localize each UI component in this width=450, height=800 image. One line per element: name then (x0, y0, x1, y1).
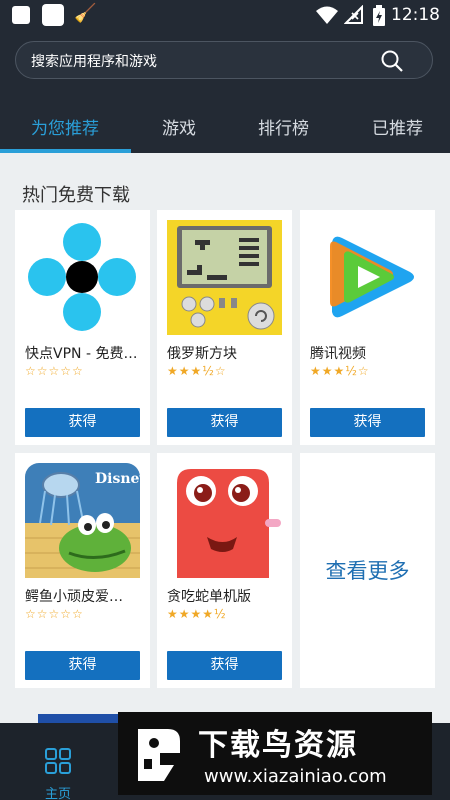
section-title: 热门免费下载 (22, 185, 130, 206)
vpn-app-icon[interactable] (25, 220, 140, 335)
search-icon[interactable] (380, 49, 404, 73)
nav-home-label: 主页 (44, 787, 71, 800)
tab-bar: 为您推荐 游戏 排行榜 已推荐 (0, 100, 450, 153)
app-card[interactable]: 贪吃蛇单机版 ★★★★½ 获得 (157, 453, 292, 688)
app-card[interactable]: 腾讯视频 ★★★½☆ 获得 (300, 210, 435, 445)
app-header: 搜索应用程序和游戏 为您推荐 游戏 排行榜 已推荐 (0, 30, 450, 153)
notification-icon (12, 6, 30, 24)
crocodile-game-app-icon[interactable]: Disney (25, 463, 140, 578)
app-name: 贪吃蛇单机版 (167, 589, 251, 605)
tab-games[interactable]: 游戏 (162, 114, 196, 139)
search-placeholder: 搜索应用程序和游戏 (31, 54, 157, 70)
clock: 12:18 (391, 5, 440, 25)
cleaner-icon: 🧹 (74, 3, 97, 24)
tab-recommended[interactable]: 为您推荐 (31, 114, 99, 139)
tab-already-recommended[interactable]: 已推荐 (372, 114, 423, 139)
rating-stars: ☆☆☆☆☆ (25, 364, 84, 378)
watermark-title: 下载鸟资源 (198, 728, 358, 763)
get-button[interactable]: 获得 (25, 408, 140, 437)
app-notification-icon (42, 4, 64, 26)
app-card[interactable]: 快点VPN - 免费… ☆☆☆☆☆ 获得 (15, 210, 150, 445)
app-name: 快点VPN - 免费… (25, 346, 138, 362)
signal-icon (344, 5, 363, 24)
rating-stars: ★★★½☆ (310, 364, 370, 378)
see-more-label[interactable]: 查看更多 (300, 555, 435, 585)
see-more-card[interactable]: 查看更多 (300, 453, 435, 688)
svg-text:Disney: Disney (95, 471, 140, 487)
watermark-url: www.xiazainiao.com (204, 766, 387, 787)
get-button[interactable]: 获得 (310, 408, 425, 437)
wifi-icon (316, 6, 338, 24)
tencent-video-app-icon[interactable] (310, 220, 425, 335)
tab-rankings[interactable]: 排行榜 (258, 114, 309, 139)
app-name: 鳄鱼小顽皮爱… (25, 589, 123, 605)
snake-game-app-icon[interactable] (167, 463, 282, 578)
watermark: 下载鸟资源 www.xiazainiao.com (118, 712, 432, 795)
rating-stars: ☆☆☆☆☆ (25, 607, 84, 621)
app-card[interactable]: 俄罗斯方块 ★★★½☆ 获得 (157, 210, 292, 445)
battery-icon (373, 5, 385, 26)
app-name: 腾讯视频 (310, 346, 366, 362)
get-button[interactable]: 获得 (167, 651, 282, 680)
status-bar: 🧹 12:18 (0, 0, 450, 30)
nav-home[interactable]: 主页 (38, 733, 78, 800)
app-card[interactable]: Disney 鳄鱼小顽皮爱… ☆☆☆☆☆ 获得 (15, 453, 150, 688)
tetris-app-icon[interactable] (167, 220, 282, 335)
rating-stars: ★★★½☆ (167, 364, 227, 378)
watermark-strip (38, 714, 118, 723)
home-grid-icon[interactable] (44, 747, 72, 775)
get-button[interactable]: 获得 (25, 651, 140, 680)
main-content: 热门免费下载 快点VPN - 免费… ☆☆☆☆☆ 获得 俄罗斯方块 ★★★½☆ … (0, 153, 450, 723)
search-input[interactable]: 搜索应用程序和游戏 (15, 41, 433, 79)
app-name: 俄罗斯方块 (167, 346, 237, 362)
rating-stars: ★★★★½ (167, 607, 227, 621)
get-button[interactable]: 获得 (167, 408, 282, 437)
bird-logo-icon (138, 729, 180, 781)
